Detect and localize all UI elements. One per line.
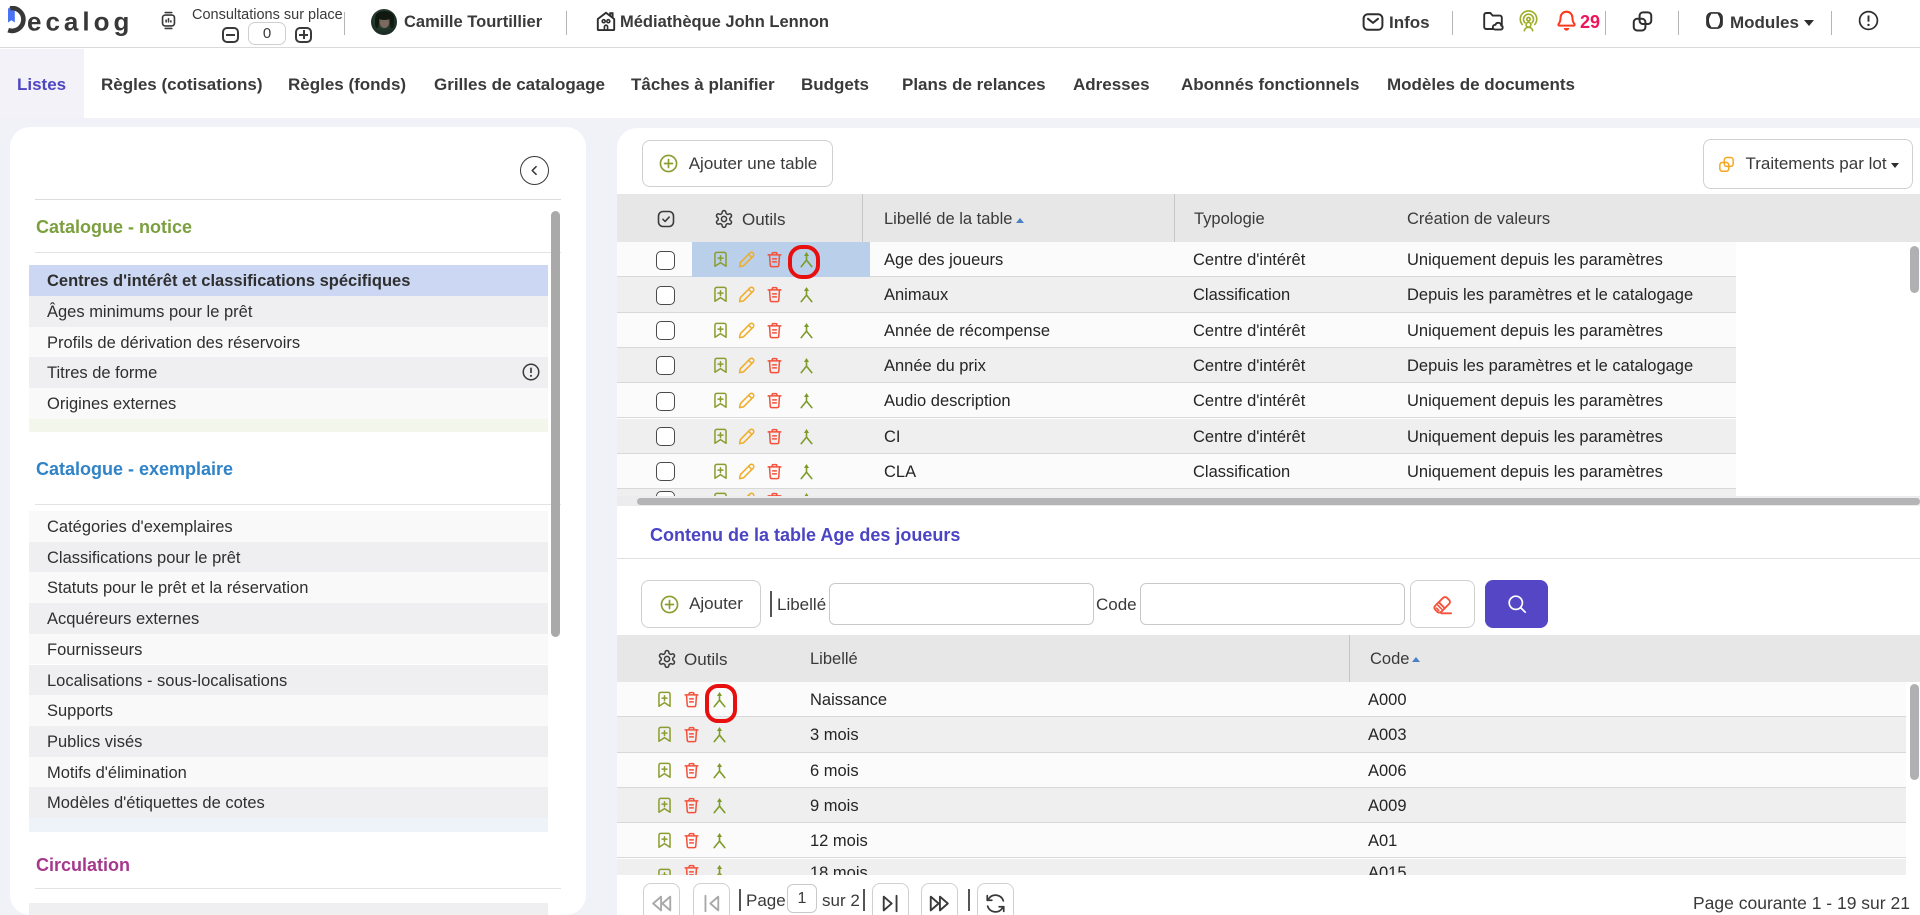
svg-text:ecalog: ecalog: [27, 7, 132, 37]
